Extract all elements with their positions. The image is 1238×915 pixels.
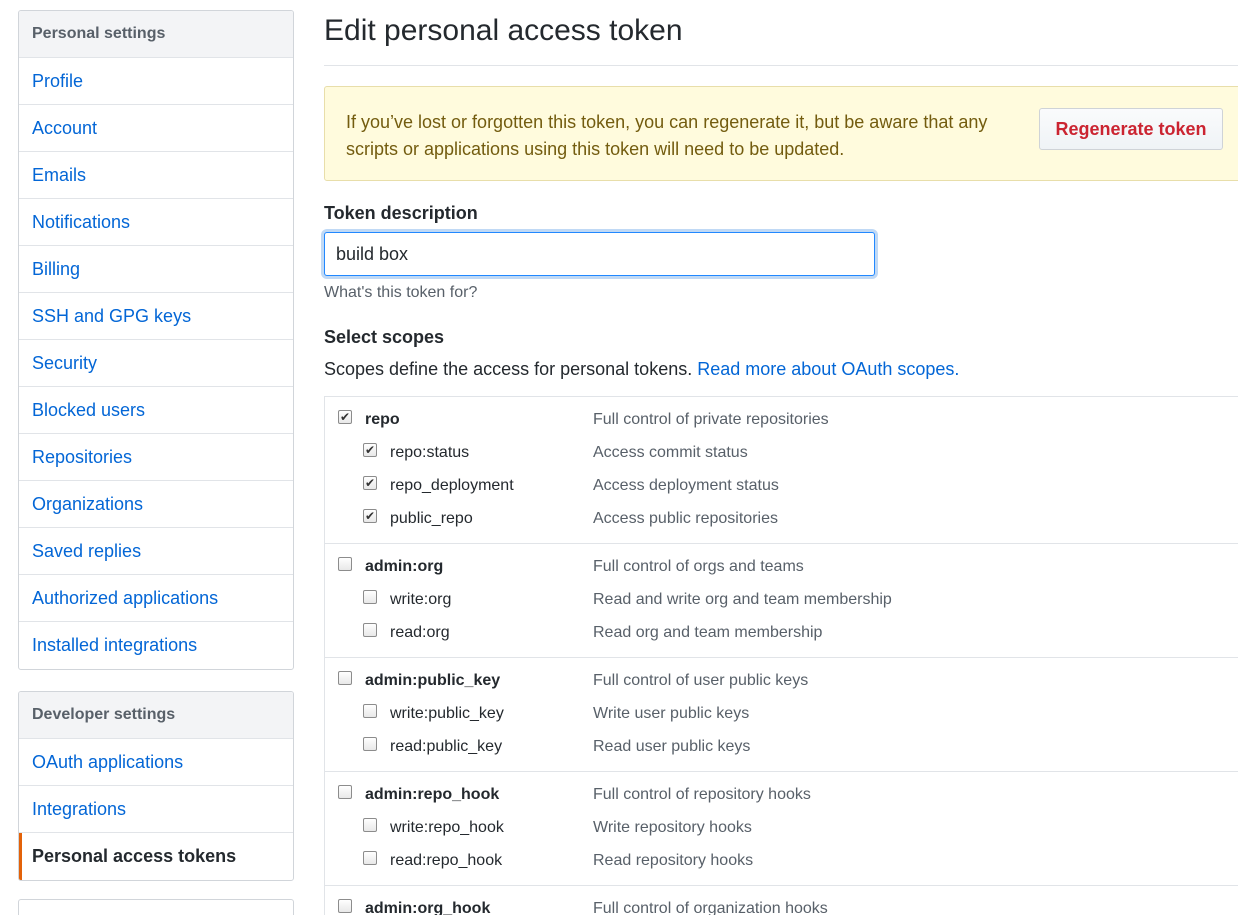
- scope-description: Full control of user public keys: [593, 672, 809, 689]
- scope-description: Access commit status: [593, 444, 748, 461]
- checkmark-icon: ✔: [364, 509, 376, 523]
- scope-name: write:public_key: [390, 705, 504, 722]
- scope-row-read-repo-hook: read:repo_hook Read repository hooks: [325, 846, 1238, 879]
- scope-row-read-org: read:org Read org and team membership: [325, 618, 1238, 651]
- scope-name: repo:status: [390, 444, 470, 461]
- scope-group-repo: ✔ repo Full control of private repositorie…: [325, 397, 1238, 544]
- sidebar-item-personal-access-tokens[interactable]: Personal access tokens: [19, 833, 293, 880]
- scope-row-repo-deployment: ✔ repo_deployment Access deployment status: [325, 471, 1238, 504]
- sidebar-item-security[interactable]: Security: [19, 340, 293, 387]
- scope-checkbox-admin-repo-hook[interactable]: [338, 785, 352, 799]
- additional-menu-box: [18, 899, 294, 915]
- sidebar-item-billing[interactable]: Billing: [19, 246, 293, 293]
- scope-description: Full control of organization hooks: [593, 900, 828, 915]
- scope-name: public_repo: [390, 510, 473, 527]
- sidebar-item-emails[interactable]: Emails: [19, 152, 293, 199]
- sidebar-item-account[interactable]: Account: [19, 105, 293, 152]
- scope-checkbox-repo-deployment[interactable]: ✔: [363, 476, 377, 490]
- scope-description: Full control of repository hooks: [593, 786, 811, 803]
- scopes-intro-text: Scopes define the access for personal to…: [324, 359, 693, 379]
- sidebar-item-integrations[interactable]: Integrations: [19, 786, 293, 833]
- scope-description: Read repository hooks: [593, 852, 754, 869]
- scope-checkbox-read-repo-hook[interactable]: [363, 851, 377, 865]
- sidebar-item-repositories[interactable]: Repositories: [19, 434, 293, 481]
- scope-description: Read user public keys: [593, 738, 751, 755]
- scope-checkbox-write-repo-hook[interactable]: [363, 818, 377, 832]
- scope-name: write:org: [390, 591, 452, 608]
- token-description-input[interactable]: [324, 232, 875, 276]
- sidebar-item-blocked-users[interactable]: Blocked users: [19, 387, 293, 434]
- scope-checkbox-repo[interactable]: ✔: [338, 410, 352, 424]
- scope-name: admin:org_hook: [365, 900, 491, 915]
- scope-row-admin-org-hook: admin:org_hook Full control of organizati…: [325, 894, 1238, 915]
- title-divider: [324, 65, 1238, 66]
- scope-description: Full control of orgs and teams: [593, 558, 804, 575]
- scope-row-write-public-key: write:public_key Write user public keys: [325, 699, 1238, 732]
- personal-settings-menu: Personal settings Profile Account Emails…: [18, 10, 294, 670]
- token-description-label: Token description: [324, 203, 478, 223]
- sidebar-item-ssh-gpg-keys[interactable]: SSH and GPG keys: [19, 293, 293, 340]
- scope-row-write-org: write:org Read and write org and team mem…: [325, 585, 1238, 618]
- checkmark-icon: ✔: [339, 410, 351, 424]
- sidebar-item-saved-replies[interactable]: Saved replies: [19, 528, 293, 575]
- scope-row-read-public-key: read:public_key Read user public keys: [325, 732, 1238, 765]
- sidebar-item-organizations[interactable]: Organizations: [19, 481, 293, 528]
- scope-checkbox-write-org[interactable]: [363, 590, 377, 604]
- scope-checkbox-read-org[interactable]: [363, 623, 377, 637]
- scope-name: read:repo_hook: [390, 852, 503, 869]
- scope-row-repo-status: ✔ repo:status Access commit status: [325, 438, 1238, 471]
- scope-group-admin-org: admin:org Full control of orgs and teams w…: [325, 544, 1238, 658]
- scope-description: Write repository hooks: [593, 819, 752, 836]
- scope-description: Access deployment status: [593, 477, 779, 494]
- scope-name: repo_deployment: [390, 477, 514, 494]
- page-title: Edit personal access token: [324, 14, 683, 47]
- developer-settings-heading: Developer settings: [19, 692, 293, 739]
- scope-row-admin-repo-hook: admin:repo_hook Full control of repositor…: [325, 780, 1238, 813]
- scope-name: read:public_key: [390, 738, 503, 755]
- scope-description: Read and write org and team membership: [593, 591, 892, 608]
- token-description-note: What's this token for?: [324, 284, 478, 301]
- scope-row-write-repo-hook: write:repo_hook Write repository hooks: [325, 813, 1238, 846]
- scope-description: Write user public keys: [593, 705, 750, 722]
- regenerate-warning-flash: If you’ve lost or forgotten this token, …: [324, 86, 1238, 181]
- scope-description: Access public repositories: [593, 510, 778, 527]
- oauth-scopes-link[interactable]: Read more about OAuth scopes.: [697, 359, 959, 379]
- personal-settings-heading: Personal settings: [19, 11, 293, 58]
- scope-name: admin:public_key: [365, 672, 501, 689]
- sidebar-item-profile[interactable]: Profile: [19, 58, 293, 105]
- scope-checkbox-admin-public-key[interactable]: [338, 671, 352, 685]
- scope-group-admin-public-key: admin:public_key Full control of user pub…: [325, 658, 1238, 772]
- scope-name: admin:org: [365, 558, 444, 575]
- scopes-intro: Scopes define the access for personal to…: [324, 359, 959, 380]
- scope-row-admin-org: admin:org Full control of orgs and teams: [325, 552, 1238, 585]
- scope-row-repo: ✔ repo Full control of private repositorie…: [325, 405, 1238, 438]
- checkmark-icon: ✔: [364, 443, 376, 457]
- scope-checkbox-repo-status[interactable]: ✔: [363, 443, 377, 457]
- regenerate-token-button[interactable]: Regenerate token: [1039, 108, 1223, 150]
- scope-group-admin-repo-hook: admin:repo_hook Full control of repositor…: [325, 772, 1238, 886]
- scope-table: ✔ repo Full control of private repositorie…: [324, 396, 1238, 915]
- checkmark-icon: ✔: [364, 476, 376, 490]
- scope-checkbox-admin-org[interactable]: [338, 557, 352, 571]
- scope-group-admin-org-hook: admin:org_hook Full control of organizati…: [325, 886, 1238, 915]
- scope-checkbox-read-public-key[interactable]: [363, 737, 377, 751]
- developer-settings-menu: Developer settings OAuth applications In…: [18, 691, 294, 881]
- sidebar-item-authorized-applications[interactable]: Authorized applications: [19, 575, 293, 622]
- scope-description: Full control of private repositories: [593, 411, 829, 428]
- scope-description: Read org and team membership: [593, 624, 823, 641]
- scope-name: repo: [365, 411, 400, 428]
- scope-checkbox-write-public-key[interactable]: [363, 704, 377, 718]
- flash-message: If you’ve lost or forgotten this token, …: [346, 112, 988, 159]
- sidebar-item-installed-integrations[interactable]: Installed integrations: [19, 622, 293, 669]
- sidebar-item-notifications[interactable]: Notifications: [19, 199, 293, 246]
- scope-row-public-repo: ✔ public_repo Access public repositories: [325, 504, 1238, 537]
- select-scopes-heading: Select scopes: [324, 327, 445, 347]
- scope-row-admin-public-key: admin:public_key Full control of user pub…: [325, 666, 1238, 699]
- scope-name: admin:repo_hook: [365, 786, 500, 803]
- scope-name: write:repo_hook: [390, 819, 504, 836]
- sidebar-item-oauth-applications[interactable]: OAuth applications: [19, 739, 293, 786]
- scope-name: read:org: [390, 624, 450, 641]
- scope-checkbox-admin-org-hook[interactable]: [338, 899, 352, 913]
- scope-checkbox-public-repo[interactable]: ✔: [363, 509, 377, 523]
